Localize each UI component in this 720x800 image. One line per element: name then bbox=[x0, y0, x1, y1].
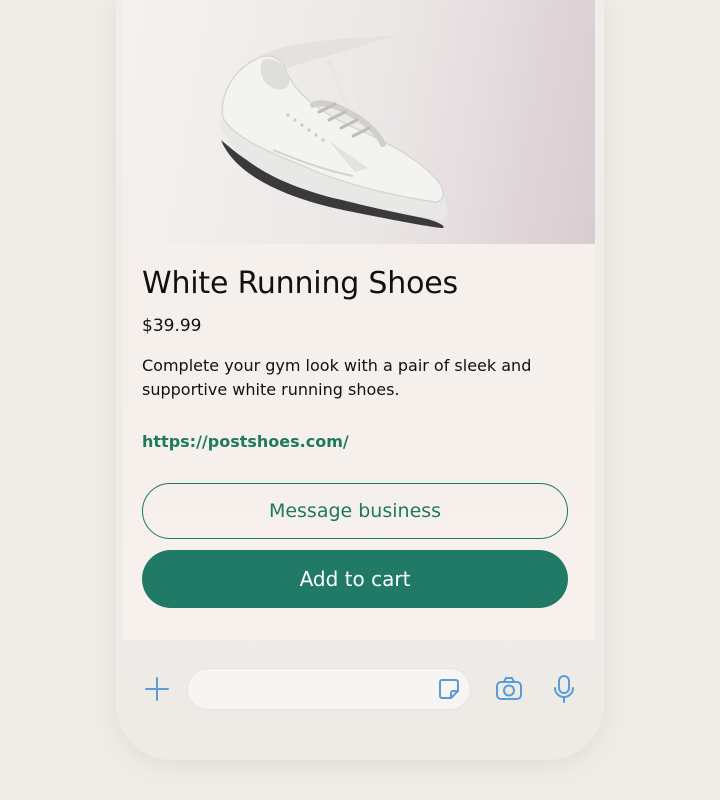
shoe-image bbox=[219, 36, 447, 228]
product-price: $39.99 bbox=[142, 316, 202, 336]
product-description: Complete your gym look with a pair of sl… bbox=[142, 356, 532, 399]
message-input[interactable] bbox=[187, 668, 471, 710]
phone-frame: White Running Shoes $39.99 Complete your… bbox=[116, 0, 604, 760]
product-card[interactable]: White Running Shoes $39.99 Complete your… bbox=[123, 0, 595, 640]
camera-icon[interactable] bbox=[494, 674, 524, 704]
product-title: White Running Shoes bbox=[142, 266, 458, 301]
product-image[interactable] bbox=[123, 0, 595, 244]
message-business-button[interactable]: Message business bbox=[142, 483, 568, 539]
sticker-icon[interactable] bbox=[435, 675, 463, 703]
message-composer bbox=[116, 660, 604, 720]
add-to-cart-button[interactable]: Add to cart bbox=[142, 550, 568, 608]
plus-icon[interactable] bbox=[142, 674, 172, 704]
microphone-icon[interactable] bbox=[550, 673, 578, 705]
product-link[interactable]: https://postshoes.com/ bbox=[142, 432, 349, 451]
